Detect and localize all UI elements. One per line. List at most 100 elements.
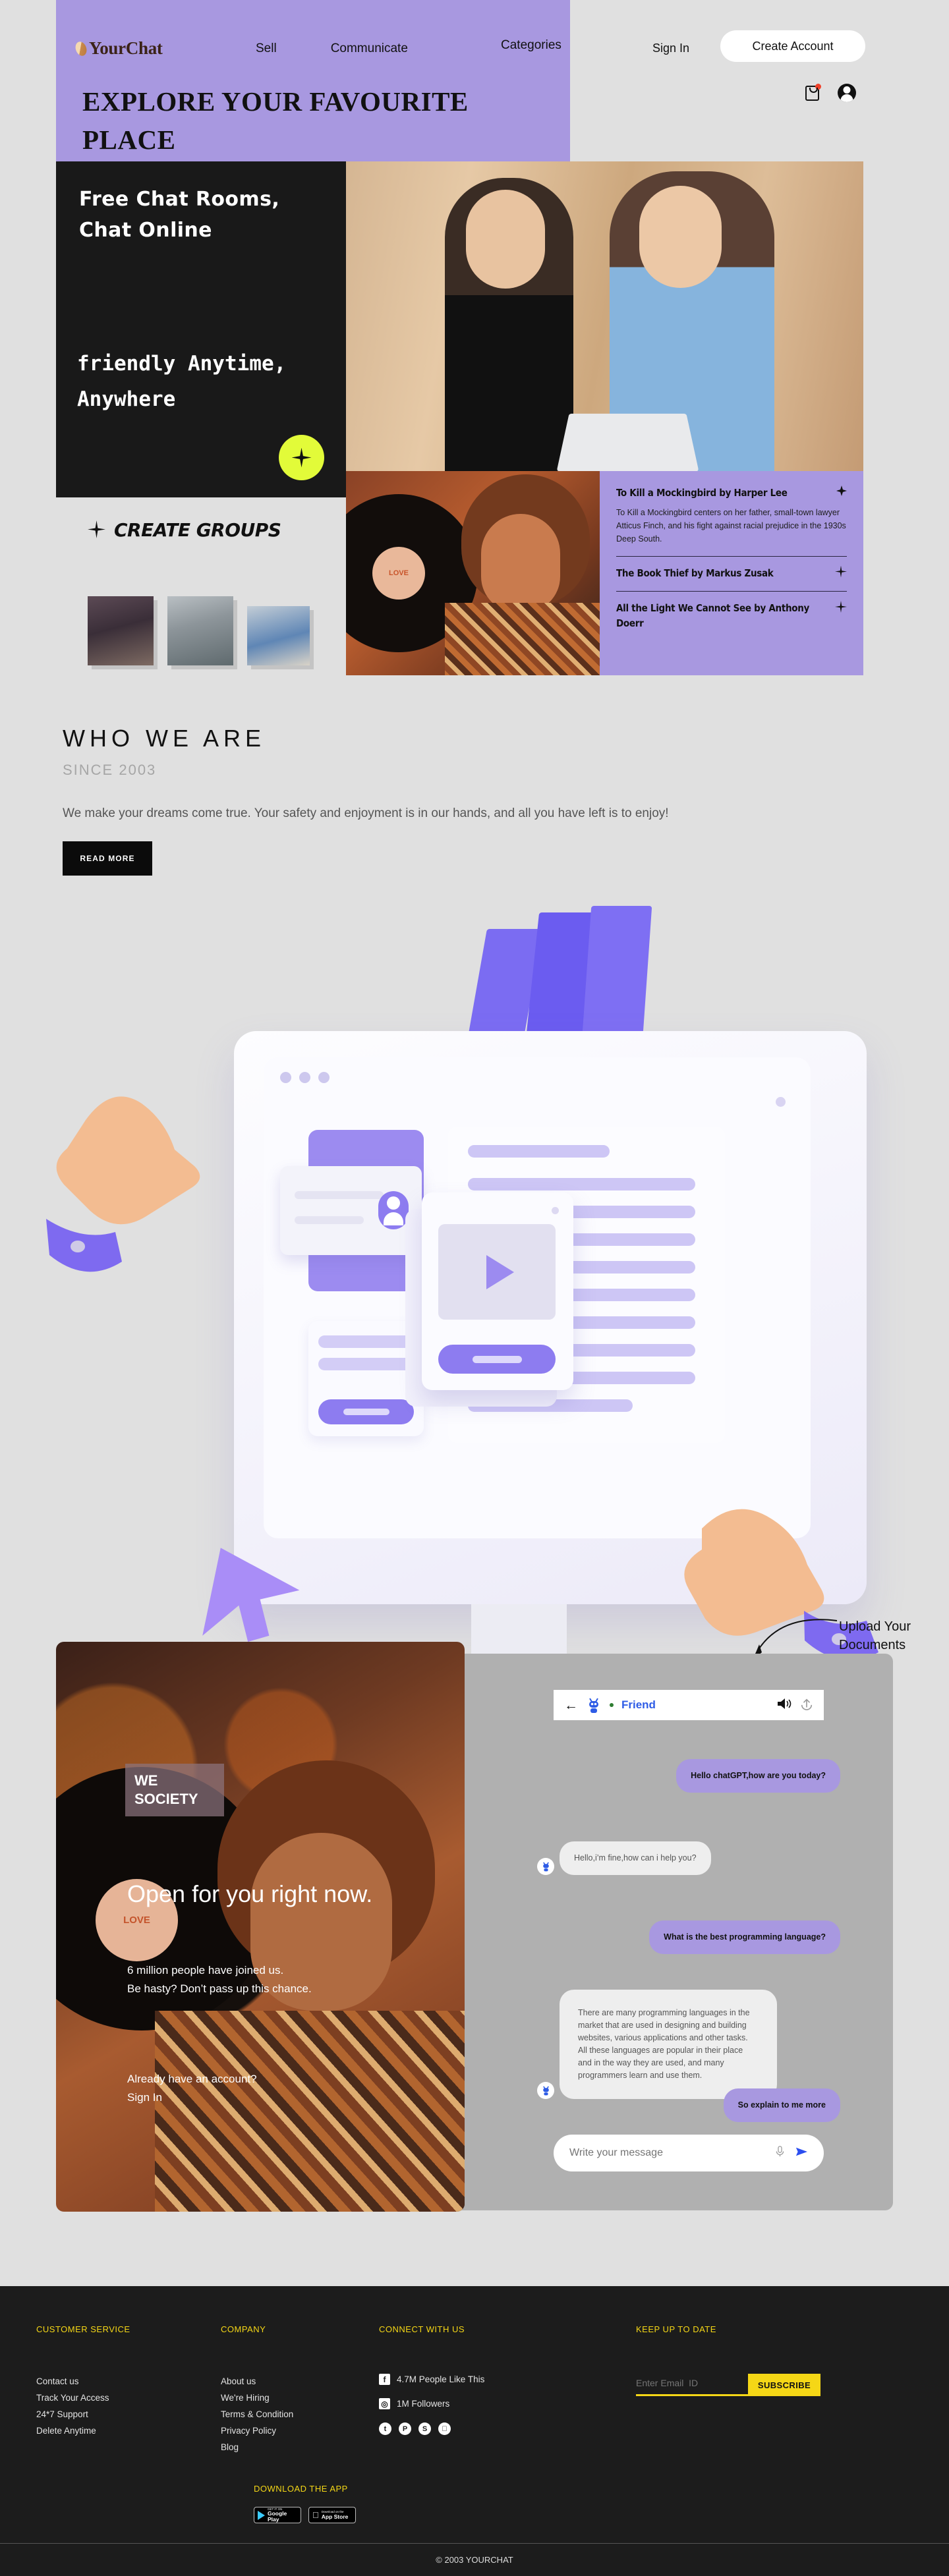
speaker-icon[interactable]: [776, 1697, 792, 1714]
divider: [616, 555, 847, 557]
four-point-star-icon[interactable]: [836, 486, 847, 496]
four-point-star-icon[interactable]: [835, 601, 847, 613]
chat-message-bot: There are many programming languages in …: [560, 1990, 777, 2099]
footer-heading: KEEP UP TO DATE: [636, 2324, 716, 2334]
online-status-dot: [610, 1703, 614, 1707]
footer-link[interactable]: Blog: [221, 2440, 293, 2456]
upload-icon[interactable]: [800, 1697, 813, 1714]
shopping-bag-icon[interactable]: [805, 83, 821, 101]
book-recommendation-list: To Kill a Mockingbird by Harper Lee To K…: [600, 471, 863, 675]
facebook-stat[interactable]: f 4.7M People Like This: [379, 2374, 484, 2385]
email-field[interactable]: [636, 2374, 748, 2396]
promo-account-question: Already have an account?: [127, 2073, 257, 2085]
promo-subtext: 6 million people have joined us. Be hast…: [127, 1961, 444, 1998]
copyright-text: © 2003 YOURCHAT: [436, 2555, 513, 2565]
footer-link[interactable]: We're Hiring: [221, 2390, 293, 2407]
footer-link[interactable]: 24*7 Support: [36, 2407, 130, 2423]
header-icon-group: [805, 83, 856, 102]
group-thumbnail[interactable]: [247, 606, 310, 665]
chat-input-bar[interactable]: [554, 2135, 824, 2171]
book-item[interactable]: All the Light We Cannot See by Anthony D…: [616, 601, 847, 630]
promo-sub-line-2: Be hasty? Don’t pass up this chance.: [127, 1982, 312, 1995]
footer-heading: DOWNLOAD THE APP: [254, 2484, 348, 2494]
book-item[interactable]: The Book Thief by Markus Zusak: [616, 565, 847, 581]
primary-nav: Sell Communicate: [256, 42, 408, 56]
book-title: To Kill a Mockingbird by Harper Lee: [616, 487, 788, 499]
create-account-button[interactable]: Create Account: [720, 30, 865, 62]
microphone-icon[interactable]: [774, 2145, 786, 2161]
footer-link[interactable]: About us: [221, 2374, 293, 2390]
facebook-icon: f: [379, 2374, 390, 2385]
promo-sub-line-1: 6 million people have joined us.: [127, 1964, 284, 1976]
hero-photo-two-women: [346, 161, 863, 471]
footer-link[interactable]: Privacy Policy: [221, 2423, 293, 2440]
nav-item-sell[interactable]: Sell: [256, 42, 277, 56]
hero-3d-illustration: [40, 906, 923, 1690]
footer-link[interactable]: Delete Anytime: [36, 2423, 130, 2440]
video-card-front: [422, 1192, 573, 1390]
hero-headline: Free Chat Rooms, Chat Online: [79, 188, 280, 242]
chat-header: ← Friend: [554, 1690, 824, 1720]
sign-in-link[interactable]: Sign In: [652, 42, 689, 55]
nav-item-communicate[interactable]: Communicate: [331, 42, 408, 56]
divider: [616, 591, 847, 592]
footer-link[interactable]: Track Your Access: [36, 2390, 130, 2407]
send-icon[interactable]: [795, 2146, 808, 2161]
book-title: All the Light We Cannot See by Anthony D…: [616, 602, 810, 629]
group-thumbnail[interactable]: [167, 596, 233, 665]
footer-heading: CONNECT WITH US: [379, 2324, 465, 2334]
subscribe-button[interactable]: SUBSCRIBE: [748, 2374, 820, 2396]
group-thumbnails: [88, 596, 310, 665]
pinterest-icon[interactable]: P: [399, 2422, 411, 2435]
hero-star-badge: [279, 435, 324, 480]
upload-annotation-label: Upload Your Documents: [839, 1619, 911, 1653]
app-store-button[interactable]:  Download on the App Store: [308, 2507, 356, 2523]
footer-heading: COMPANY: [221, 2324, 266, 2334]
since-label: SINCE 2003: [63, 762, 157, 778]
user-avatar-icon[interactable]: [838, 84, 856, 102]
brand-logo[interactable]: YourChat: [73, 38, 163, 59]
book-description: To Kill a Mockingbird centers on her fat…: [616, 507, 846, 544]
footer-heading: CUSTOMER SERVICE: [36, 2324, 130, 2334]
robot-avatar-icon: [537, 1858, 554, 1875]
footer-divider: [0, 2543, 949, 2544]
footer-column-connect: CONNECT WITH US f 4.7M People Like This …: [379, 2324, 484, 2435]
cursor-arrow-icon: [181, 1505, 333, 1657]
promo-sign-in-link[interactable]: Sign In: [127, 2091, 162, 2104]
book-item[interactable]: To Kill a Mockingbird by Harper Lee To K…: [616, 486, 847, 546]
social-icon-row: t P S : [379, 2422, 484, 2435]
create-groups-panel: CREATE GROUPS: [56, 499, 346, 675]
google-play-icon: [258, 2510, 265, 2520]
book-title: The Book Thief by Markus Zusak: [616, 567, 774, 579]
create-groups-title: CREATE GROUPS: [114, 519, 281, 541]
hero-photo-vinyl-woman: LOVE: [346, 471, 600, 675]
google-play-button[interactable]: GET IT ON Google Play: [254, 2507, 301, 2523]
arrow-left-icon[interactable]: ←: [564, 1698, 578, 1712]
chat-showcase-section: LOVE WE SOCIETY Open for you right now. …: [56, 1642, 893, 2212]
twitter-icon[interactable]: t: [379, 2422, 391, 2435]
promo-headline: Open for you right now.: [127, 1880, 373, 1907]
footer-link[interactable]: Terms & Condition: [221, 2407, 293, 2423]
apple-icon: : [312, 2511, 319, 2519]
who-we-are-section: WHO WE ARE SINCE 2003 We make your dream…: [63, 725, 886, 876]
read-more-button[interactable]: READ MORE: [63, 841, 152, 876]
chat-message-user: What is the best programming language?: [649, 1920, 840, 1954]
chat-message-user: So explain to me more: [723, 2088, 840, 2122]
chat-message-input[interactable]: [569, 2147, 765, 2159]
snapchat-icon[interactable]: S: [418, 2422, 431, 2435]
nav-item-categories[interactable]: Categories: [501, 38, 561, 53]
hero-dark-panel: Free Chat Rooms, Chat Online friendly An…: [56, 161, 346, 497]
footer-column-customer-service: CUSTOMER SERVICE Contact us Track Your A…: [36, 2324, 130, 2440]
brand-name: YourChat: [89, 38, 163, 58]
footer-column-newsletter: KEEP UP TO DATE SUBSCRIBE: [636, 2324, 820, 2396]
promo-account-block[interactable]: Already have an account? Sign In: [127, 2070, 391, 2106]
footer-link[interactable]: Contact us: [36, 2374, 130, 2390]
hero-subline: friendly Anytime, Anywhere: [77, 352, 287, 412]
group-thumbnail[interactable]: [88, 596, 154, 665]
instagram-stat[interactable]: ◎ 1M Followers: [379, 2398, 484, 2409]
chat-contact-name: Friend: [621, 1698, 656, 1711]
four-point-star-icon[interactable]: [835, 565, 847, 578]
chat-panel: ← Friend Hello chatGPT,how are you today…: [514, 1673, 857, 2194]
apple-icon[interactable]: : [438, 2422, 451, 2435]
play-icon: [486, 1254, 514, 1289]
